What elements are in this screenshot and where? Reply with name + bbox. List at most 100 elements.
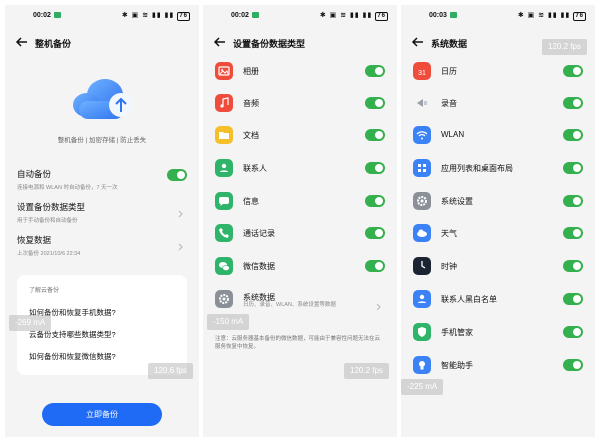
status-time: 00:03 — [429, 12, 457, 19]
item-label: 联系人 — [243, 164, 267, 173]
item-toggle[interactable] — [365, 162, 385, 174]
status-icons: ✱ ▣ ≋ ▮▮ ▮▮ 76 — [517, 12, 586, 21]
system-data-desc: 日历、录音、WLAN、系统设置等数据 — [243, 302, 336, 308]
page-header: 设置备份数据类型 — [203, 35, 397, 53]
item-toggle[interactable] — [365, 195, 385, 207]
item-label: 天气 — [441, 229, 457, 238]
screenshot-root: 00:02 ✱ ▣ ≋ ▮▮ ▮▮ 76 整机备份 整机备份 | 加密存储 | — [0, 0, 600, 442]
list-item[interactable]: 信息 — [203, 192, 397, 216]
list-item[interactable]: WLAN — [401, 126, 595, 150]
backup-now-button[interactable]: 立即备份 — [42, 403, 162, 426]
page-title: 整机备份 — [35, 39, 72, 49]
calendar-icon: 31 — [413, 62, 431, 80]
battery-icon: 76 — [573, 12, 586, 21]
list-item[interactable]: 相册 — [203, 62, 397, 86]
fps-overlay: 120.2 fps — [344, 363, 389, 379]
backup-note: 注意：云服务器基本备份的微信数据，可能由于兼容性问题无法在云服务恢复中恢复。 — [215, 336, 381, 350]
battery-icon: 76 — [375, 12, 388, 21]
list-item[interactable]: 系统设置 — [401, 192, 595, 216]
set-backup-types-row[interactable]: 设置备份数据类型 用于手动备份和自动备份 — [17, 201, 199, 224]
item-label: 音频 — [243, 99, 259, 108]
recorder-icon — [413, 94, 431, 112]
restore-data-title: 恢复数据 — [17, 235, 52, 245]
item-toggle[interactable] — [563, 129, 583, 141]
chevron-right-icon — [375, 298, 383, 311]
list-item[interactable]: 通话记录 — [203, 224, 397, 248]
item-toggle[interactable] — [563, 97, 583, 109]
item-label: 通话记录 — [243, 229, 275, 238]
item-toggle[interactable] — [563, 326, 583, 338]
panel-backup: 00:02 ✱ ▣ ≋ ▮▮ ▮▮ 76 整机备份 整机备份 | 加密存储 | — [5, 5, 199, 437]
item-toggle[interactable] — [563, 162, 583, 174]
panel-backup-types: 00:02 ✱ ▣ ≋ ▮▮ ▮▮ 76 设置备份数据类型 相册 音频 文档 联… — [203, 5, 397, 437]
calendar-day: 31 — [418, 70, 426, 77]
fps-overlay: 120.2 fps — [542, 39, 587, 55]
current-overlay: -269 mA — [9, 315, 52, 331]
fps-overlay: 120.6 fps — [148, 363, 193, 379]
chevron-right-icon — [177, 205, 185, 218]
battery-icon: 76 — [177, 12, 190, 21]
auto-backup-row[interactable]: 自动备份 连接电源和 WLAN 时自动备份，7 天一次 — [17, 168, 199, 191]
contacts-icon — [413, 290, 431, 308]
status-icons: ✱ ▣ ≋ ▮▮ ▮▮ 76 — [319, 12, 388, 21]
item-label: 智能助手 — [441, 361, 473, 370]
item-toggle[interactable] — [365, 97, 385, 109]
backup-caption: 整机备份 | 加密存储 | 防止丢失 — [57, 137, 147, 144]
status-icons: ✱ ▣ ≋ ▮▮ ▮▮ 76 — [121, 12, 190, 21]
list-item[interactable]: 天气 — [401, 224, 595, 248]
list-item[interactable]: 31 日历 — [401, 62, 595, 86]
back-arrow-icon[interactable] — [213, 35, 227, 49]
status-time: 00:02 — [231, 12, 259, 19]
item-toggle[interactable] — [563, 65, 583, 77]
help-link[interactable]: 如何备份和恢复微信数据? — [29, 351, 116, 362]
list-item[interactable]: 微信数据 — [203, 257, 397, 281]
item-label: 系统设置 — [441, 197, 473, 206]
contacts-icon — [215, 159, 233, 177]
photos-icon — [215, 62, 233, 80]
auto-backup-toggle[interactable] — [167, 169, 187, 181]
list-item[interactable]: 智能助手 — [401, 356, 595, 380]
wechat-icon — [215, 257, 233, 275]
item-toggle[interactable] — [563, 195, 583, 207]
item-label: 日历 — [441, 67, 457, 76]
item-toggle[interactable] — [365, 260, 385, 272]
gear-icon — [215, 290, 233, 308]
page-header: 整机备份 — [5, 35, 199, 53]
bulb-icon — [413, 356, 431, 374]
restore-data-row[interactable]: 恢复数据 上次备份 2021/10/6 22:34 — [17, 234, 199, 257]
item-toggle[interactable] — [365, 65, 385, 77]
auto-backup-subtitle: 连接电源和 WLAN 时自动备份，7 天一次 — [17, 185, 118, 191]
list-item[interactable]: 音频 — [203, 94, 397, 118]
back-arrow-icon[interactable] — [411, 35, 425, 49]
clock-icon — [413, 257, 431, 275]
item-toggle[interactable] — [365, 227, 385, 239]
wifi-icon — [413, 126, 431, 144]
item-toggle[interactable] — [563, 227, 583, 239]
set-backup-types-subtitle: 用于手动备份和自动备份 — [17, 218, 78, 224]
status-bar: 00:03 ✱ ▣ ≋ ▮▮ ▮▮ 76 — [401, 5, 595, 27]
list-item[interactable]: 联系人 — [203, 159, 397, 183]
current-overlay: -225 mA — [401, 379, 444, 395]
panel-system-data: 00:03 ✱ ▣ ≋ ▮▮ ▮▮ 76 系统数据 120.2 fps 31 日… — [401, 5, 595, 437]
list-item[interactable]: 文档 — [203, 126, 397, 150]
shield-icon — [413, 323, 431, 341]
page-title: 设置备份数据类型 — [233, 39, 306, 49]
gear-icon — [413, 192, 431, 210]
item-label: 录音 — [441, 99, 457, 108]
messages-icon — [215, 192, 233, 210]
music-icon — [215, 94, 233, 112]
item-toggle[interactable] — [563, 359, 583, 371]
back-arrow-icon[interactable] — [15, 35, 29, 49]
item-toggle[interactable] — [563, 260, 583, 272]
list-item[interactable]: 时钟 — [401, 257, 595, 281]
item-label: 文档 — [243, 131, 259, 140]
list-item[interactable]: 录音 — [401, 94, 595, 118]
list-item[interactable]: 应用列表和桌面布局 — [401, 159, 595, 183]
page-title: 系统数据 — [431, 39, 468, 49]
item-toggle[interactable] — [563, 293, 583, 305]
folder-icon — [215, 126, 233, 144]
item-toggle[interactable] — [365, 129, 385, 141]
item-label: 应用列表和桌面布局 — [441, 164, 513, 173]
list-item[interactable]: 手机管家 — [401, 323, 595, 347]
list-item[interactable]: 联系人黑白名单 — [401, 290, 595, 314]
